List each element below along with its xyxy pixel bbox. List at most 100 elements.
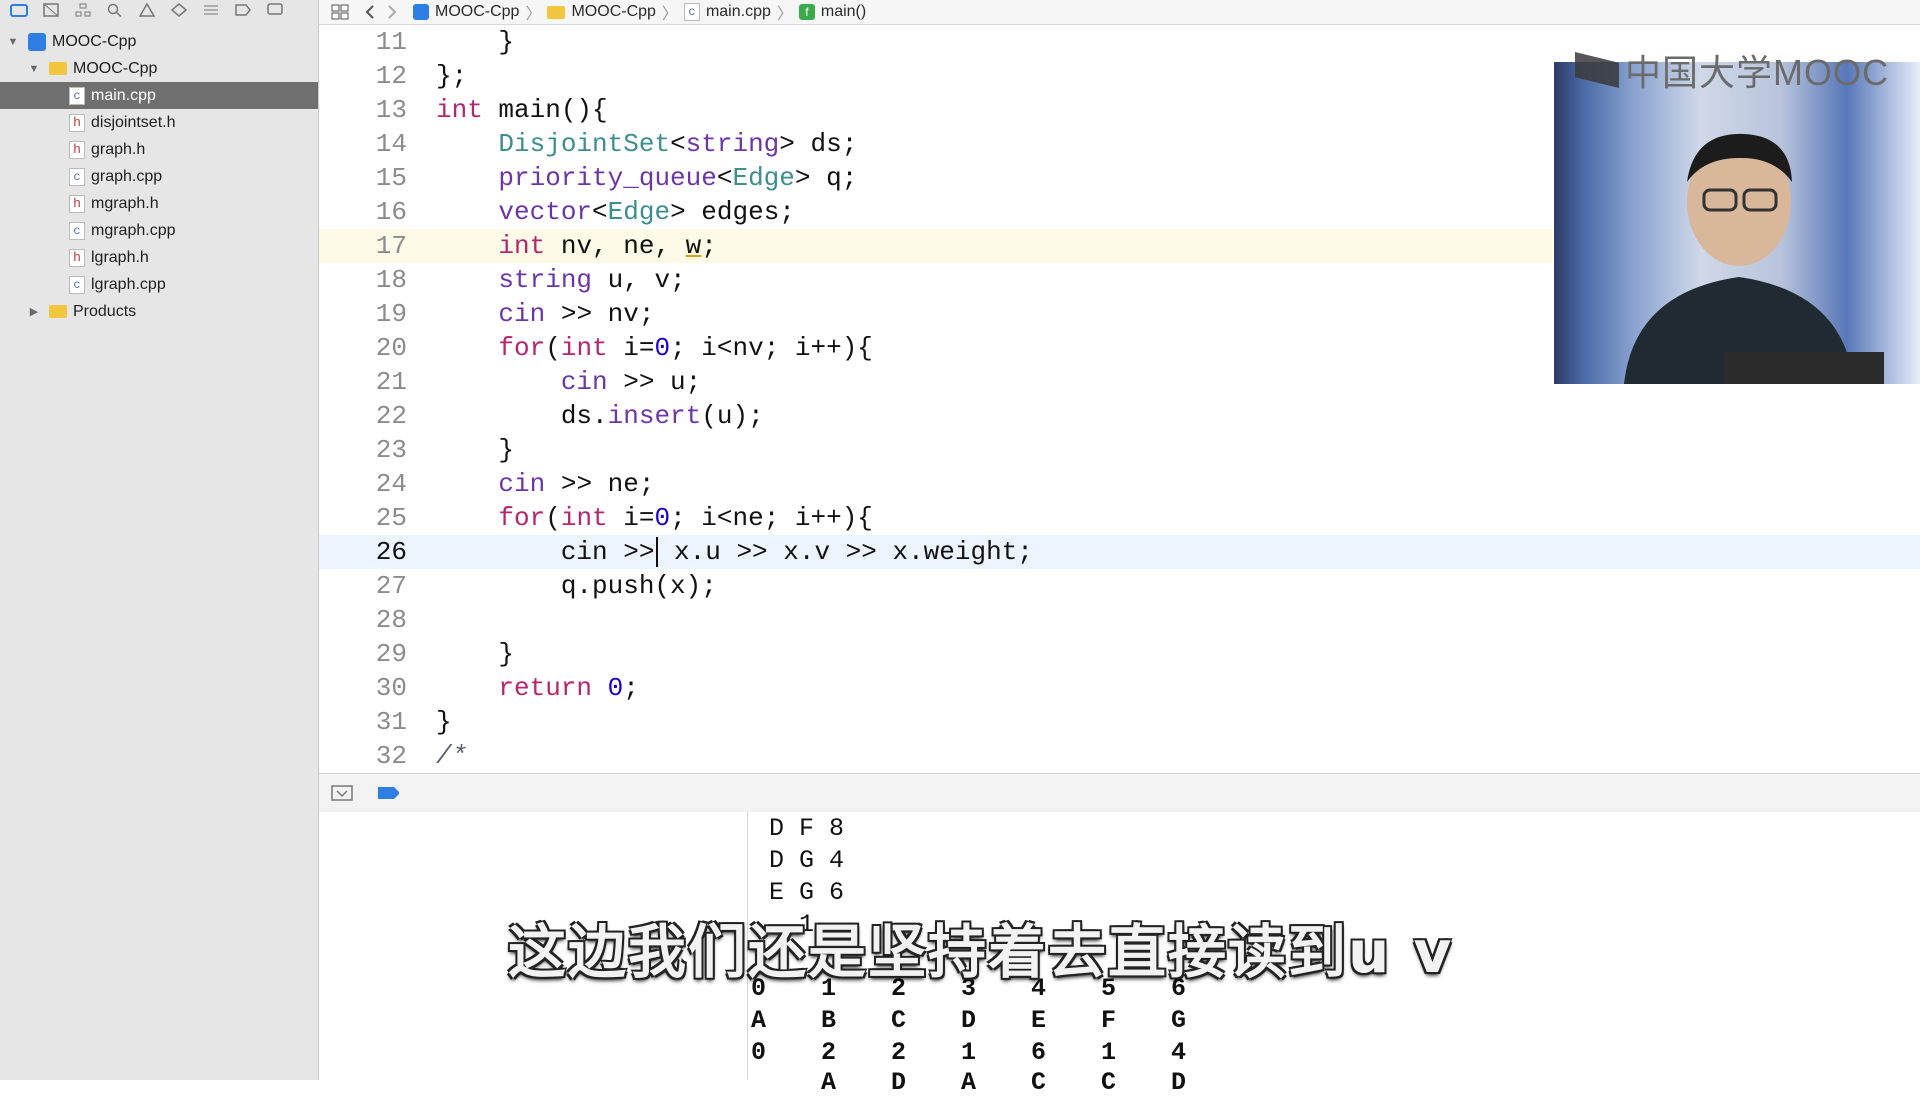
code-text[interactable]: } <box>436 707 452 737</box>
code-text[interactable]: string u, v; <box>436 265 685 295</box>
folder-icon <box>49 62 67 75</box>
code-line[interactable]: 24 cin >> ne; <box>319 467 1920 501</box>
debug-icon[interactable] <box>200 2 222 18</box>
tree-item-file[interactable]: c mgraph.cpp <box>0 217 318 244</box>
code-line[interactable]: 27 q.push(x); <box>319 569 1920 603</box>
warning-icon[interactable] <box>136 2 158 18</box>
table-cell <box>751 1068 821 1097</box>
code-text[interactable]: return 0; <box>436 673 638 703</box>
code-line[interactable]: 28 <box>319 603 1920 637</box>
code-text[interactable]: cin >> nv; <box>436 299 654 329</box>
code-text[interactable]: q.push(x); <box>436 571 717 601</box>
code-line-current[interactable]: 26 cin >> x.u >> x.v >> x.weight; <box>319 535 1920 569</box>
disclosure-open-icon[interactable]: ▼ <box>27 62 41 76</box>
logo-text: 中国大学MOOC <box>1625 52 1889 93</box>
tree-item-file[interactable]: h disjointset.h <box>0 109 318 136</box>
code-text[interactable]: int nv, ne, w; <box>436 231 716 261</box>
line-number: 30 <box>375 673 407 703</box>
breadcrumb-project[interactable]: MOOC-Cpp <box>413 3 519 21</box>
table-cell: E <box>1031 1006 1047 1035</box>
tree-item-label: Products <box>73 302 137 320</box>
code-line[interactable]: 29 } <box>319 637 1920 671</box>
code-line[interactable]: 25 for(int i=0; i<ne; i++){ <box>319 501 1920 535</box>
tree-item-label: main.cpp <box>91 86 156 104</box>
disclosure-open-icon[interactable]: ▼ <box>6 35 20 49</box>
tree-item-file[interactable]: h mgraph.h <box>0 190 318 217</box>
code-text[interactable]: int main(){ <box>436 95 608 125</box>
code-line[interactable]: 22 ds.insert(u); <box>319 399 1920 433</box>
code-line[interactable]: 31} <box>319 705 1920 739</box>
code-text[interactable]: ds.insert(u); <box>436 401 764 431</box>
hide-debug-area-icon[interactable] <box>331 785 353 801</box>
tree-item-file[interactable]: c main.cpp <box>0 82 318 109</box>
console-table-row: A B C D E F G <box>751 1006 1241 1035</box>
breadcrumb-file[interactable]: c main.cpp <box>683 3 771 21</box>
line-number: 17 <box>375 231 407 261</box>
code-text[interactable]: cin >> u; <box>436 367 701 397</box>
report-icon[interactable] <box>264 2 286 18</box>
cpp-file-icon: c <box>683 3 700 21</box>
code-text[interactable]: } <box>436 27 514 57</box>
breadcrumb-group[interactable]: MOOC-Cpp <box>547 3 656 21</box>
code-text[interactable]: for(int i=0; i<ne; i++){ <box>436 503 873 533</box>
tree-item-label: MOOC-Cpp <box>52 32 137 50</box>
code-text[interactable]: cin >> ne; <box>436 469 654 499</box>
search-icon[interactable] <box>104 2 126 18</box>
breadcrumb-separator: 〉 <box>776 6 793 23</box>
code-line[interactable]: 30 return 0; <box>319 671 1920 705</box>
cpp-file-icon: c <box>69 275 85 294</box>
back-icon[interactable] <box>359 4 381 20</box>
code-line-highlighted[interactable]: 17 int nv, ne, w; <box>319 229 1553 263</box>
line-number: 19 <box>375 299 407 329</box>
line-number: 21 <box>375 367 407 397</box>
function-icon: f <box>798 4 815 20</box>
disclosure-closed-icon[interactable]: ▶ <box>27 305 41 319</box>
line-number: 27 <box>375 571 407 601</box>
table-cell: D <box>891 1068 907 1097</box>
table-cell: 2 <box>821 1038 837 1067</box>
folder-icon[interactable] <box>8 2 30 18</box>
header-file-icon: h <box>69 113 85 132</box>
code-text[interactable]: for(int i=0; i<nv; i++){ <box>436 333 873 363</box>
tree-item-label: disjointset.h <box>91 113 176 131</box>
source-control-icon[interactable] <box>40 2 62 18</box>
breakpoint-icon[interactable] <box>232 2 254 18</box>
tree-item-project[interactable]: ▼ MOOC-Cpp <box>0 28 318 55</box>
line-number: 32 <box>375 741 407 771</box>
tree-item-products[interactable]: ▶ Products <box>0 298 318 325</box>
code-text[interactable]: } <box>436 639 514 669</box>
console-table-row: 0 2 2 1 6 1 4 <box>751 1038 1241 1067</box>
code-text[interactable]: } <box>436 435 514 465</box>
breakpoints-toggle-icon[interactable] <box>377 785 399 801</box>
test-icon[interactable] <box>168 2 190 18</box>
navigator-toolbar <box>0 0 318 20</box>
line-number: 24 <box>375 469 407 499</box>
tree-item-group[interactable]: ▼ MOOC-Cpp <box>0 55 318 82</box>
breadcrumb-symbol[interactable]: f main() <box>798 3 866 21</box>
code-line[interactable]: 23 } <box>319 433 1920 467</box>
tree-item-label: mgraph.h <box>91 194 159 212</box>
table-cell: C <box>1031 1068 1047 1097</box>
line-number: 13 <box>375 95 407 125</box>
tree-item-file[interactable]: c lgraph.cpp <box>0 271 318 298</box>
debug-bar <box>319 773 1920 813</box>
forward-icon[interactable] <box>381 4 403 20</box>
code-text[interactable]: vector<Edge> edges; <box>436 197 794 227</box>
code-line[interactable]: 32 /* <box>319 739 1920 773</box>
tree-item-file[interactable]: h lgraph.h <box>0 244 318 271</box>
tree-item-file[interactable]: h graph.h <box>0 136 318 163</box>
code-text[interactable]: cin >> x.u >> x.v >> x.weight; <box>436 537 1033 567</box>
cpp-file-icon: c <box>69 86 85 105</box>
code-text[interactable]: /* <box>436 741 467 771</box>
code-text[interactable]: }; <box>436 61 467 91</box>
code-text[interactable]: DisjointSet<string> ds; <box>436 129 857 159</box>
line-number: 28 <box>375 605 407 635</box>
header-file-icon: h <box>69 248 85 267</box>
tree-item-file[interactable]: c graph.cpp <box>0 163 318 190</box>
jump-bar: MOOC-Cpp 〉 MOOC-Cpp 〉 c main.cpp 〉 f mai… <box>319 0 1920 25</box>
grid-icon[interactable] <box>329 4 351 20</box>
hierarchy-icon[interactable] <box>72 2 94 18</box>
code-text[interactable]: priority_queue<Edge> q; <box>436 163 857 193</box>
project-icon <box>28 32 46 51</box>
table-cell: D <box>1171 1068 1187 1097</box>
